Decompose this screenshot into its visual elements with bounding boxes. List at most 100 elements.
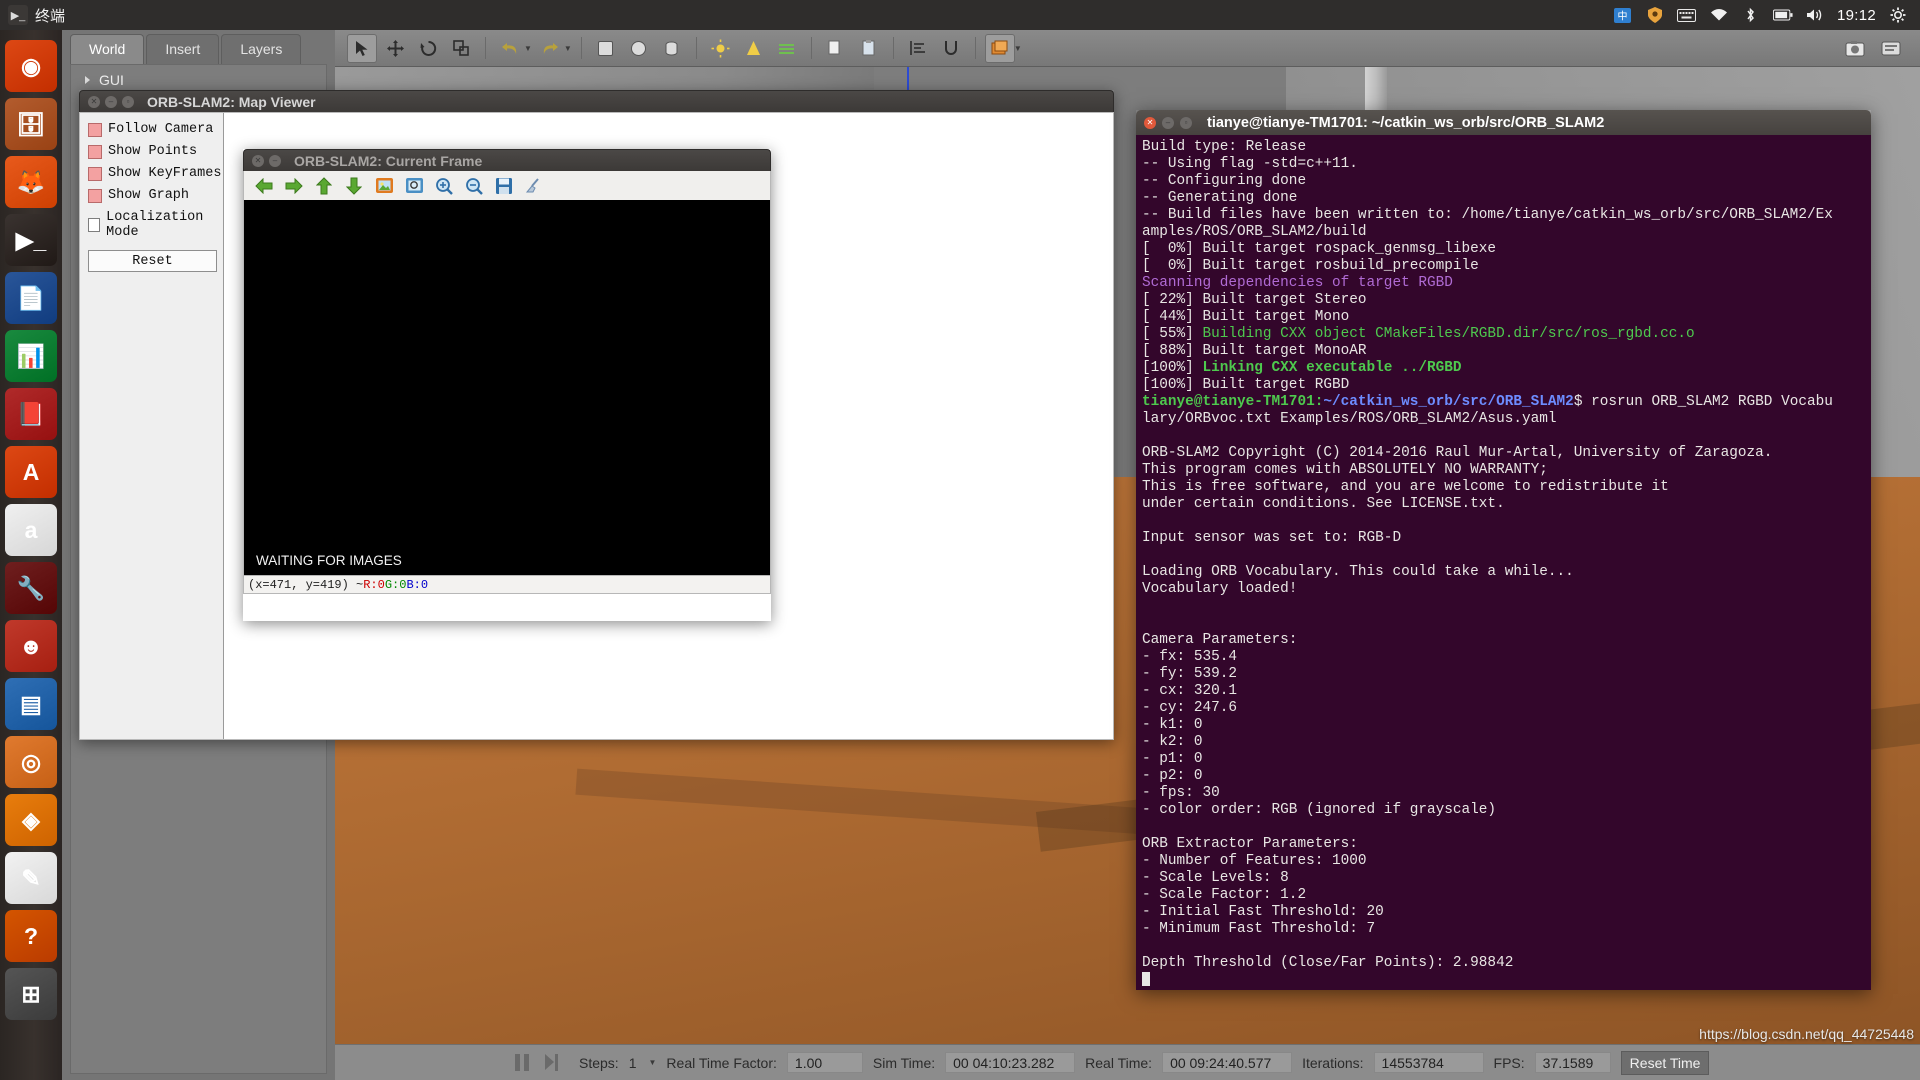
close-icon[interactable]: ✕ <box>88 95 100 108</box>
current-frame-window: ✕ – ORB-SLAM2: Current Frame WAITING FOR… <box>243 149 771 621</box>
rotate-icon[interactable] <box>413 34 443 63</box>
move-translate-icon[interactable] <box>380 34 410 63</box>
checkbox-box[interactable] <box>88 218 101 232</box>
checkbox-follow-camera[interactable]: Follow Camera <box>88 122 223 137</box>
launcher-amazon[interactable]: a <box>5 504 57 556</box>
redo-icon[interactable] <box>535 34 565 63</box>
arrow-right-icon[interactable] <box>284 176 304 196</box>
tree-item-gui[interactable]: GUI <box>79 71 318 89</box>
current-frame-image[interactable]: WAITING FOR IMAGES <box>243 200 771 575</box>
terminal-line: - fx: 535.4 <box>1142 649 1237 665</box>
map-viewer-titlebar[interactable]: ✕ – ▫ ORB-SLAM2: Map Viewer <box>79 90 1114 112</box>
battery-icon[interactable] <box>1772 6 1793 24</box>
terminal-line: - k2: 0 <box>1142 734 1203 750</box>
launcher-workspace-switcher[interactable]: ⊞ <box>5 968 57 1020</box>
minimize-icon[interactable]: – <box>105 95 117 108</box>
snap-icon[interactable] <box>936 34 966 63</box>
zoom-out-icon[interactable] <box>464 176 484 196</box>
checkbox-localization-mode[interactable]: Localization Mode <box>88 210 223 240</box>
launcher-system-tool[interactable]: 🔧 <box>5 562 57 614</box>
reset-button[interactable]: Reset <box>88 250 217 272</box>
close-icon[interactable]: ✕ <box>1144 116 1156 129</box>
gear-icon[interactable] <box>1888 6 1908 24</box>
terminal-line: [ 0%] Built target rospack_genmsg_libexe <box>1142 241 1497 257</box>
arrow-up-icon[interactable] <box>314 176 334 196</box>
close-icon[interactable]: ✕ <box>252 154 264 167</box>
maximize-icon[interactable]: ▫ <box>122 95 134 108</box>
launcher-ubuntu-software[interactable]: A <box>5 446 57 498</box>
shield-icon[interactable] <box>1645 6 1665 24</box>
chevron-down-icon[interactable]: ▼ <box>1014 44 1022 53</box>
scale-icon[interactable] <box>446 34 476 63</box>
launcher-help[interactable]: ? <box>5 910 57 962</box>
log-icon[interactable] <box>1876 34 1906 63</box>
save-icon[interactable] <box>494 176 514 196</box>
checkbox-box[interactable] <box>88 188 102 203</box>
pause-icon[interactable] <box>515 1054 529 1071</box>
launcher-cheese[interactable]: ☻ <box>5 620 57 672</box>
maximize-icon[interactable]: ▫ <box>1180 116 1192 129</box>
terminal-titlebar[interactable]: ✕ – ▫ tianye@tianye-TM1701: ~/catkin_ws_… <box>1136 110 1871 135</box>
launcher-terminal[interactable]: ▶_ <box>5 214 57 266</box>
box-icon[interactable] <box>591 34 621 63</box>
undo-icon[interactable] <box>495 34 525 63</box>
launcher-libreoffice-writer[interactable]: 📄 <box>5 272 57 324</box>
launcher-blender[interactable]: ◈ <box>5 794 57 846</box>
point-light-icon[interactable] <box>706 34 736 63</box>
launcher-ubuntu-dash[interactable]: ◉ <box>5 40 57 92</box>
wifi-icon[interactable] <box>1709 6 1729 24</box>
clock[interactable]: 19:12 <box>1837 7 1876 24</box>
arrow-down-icon[interactable] <box>344 176 364 196</box>
zoom-in-icon[interactable] <box>434 176 454 196</box>
terminal-line: - k1: 0 <box>1142 717 1203 733</box>
launcher-file-manager-blue[interactable]: ▤ <box>5 678 57 730</box>
view-icon[interactable] <box>984 33 1015 63</box>
image-zoom-icon[interactable] <box>404 176 424 196</box>
keyboard-icon[interactable] <box>1677 6 1697 24</box>
launcher-text-editor[interactable]: ✎ <box>5 852 57 904</box>
paste-icon[interactable] <box>854 34 884 63</box>
minimize-icon[interactable]: – <box>1162 116 1174 129</box>
checkbox-box[interactable] <box>88 144 102 159</box>
terminal-line: This program comes with ABSOLUTELY NO WA… <box>1142 462 1548 478</box>
arrow-left-icon[interactable] <box>254 176 274 196</box>
chevron-down-icon[interactable]: ▼ <box>649 1058 657 1067</box>
terminal-line: Vocabulary loaded! <box>1142 581 1298 597</box>
step-forward-icon[interactable] <box>545 1054 559 1071</box>
spot-light-icon[interactable] <box>739 34 769 63</box>
image-icon[interactable] <box>374 176 394 196</box>
screenshot-icon[interactable] <box>1840 34 1870 63</box>
checkbox-box[interactable] <box>88 122 102 137</box>
align-icon[interactable] <box>903 34 933 63</box>
bluetooth-icon[interactable] <box>1741 6 1761 24</box>
current-frame-titlebar[interactable]: ✕ – ORB-SLAM2: Current Frame <box>243 149 771 171</box>
launcher-files[interactable]: 🗄 <box>5 98 57 150</box>
volume-icon[interactable] <box>1805 6 1825 24</box>
sphere-icon[interactable] <box>624 34 654 63</box>
checkbox-show-keyframes[interactable]: Show KeyFrames <box>88 166 223 181</box>
help-icon: ? <box>23 922 39 949</box>
launcher-libreoffice-impress[interactable]: 📕 <box>5 388 57 440</box>
tab-insert[interactable]: Insert <box>146 34 220 64</box>
cylinder-icon[interactable] <box>657 34 687 63</box>
checkbox-show-graph[interactable]: Show Graph <box>88 188 223 203</box>
launcher-gazebo[interactable]: ◎ <box>5 736 57 788</box>
chevron-down-icon[interactable]: ▼ <box>524 44 532 53</box>
checkbox-box[interactable] <box>88 166 102 181</box>
reset-time-button[interactable]: Reset Time <box>1620 1050 1710 1075</box>
arrow-select-icon[interactable] <box>347 33 377 63</box>
checkbox-show-points[interactable]: Show Points <box>88 144 223 159</box>
steps-value[interactable]: 1 <box>629 1055 637 1071</box>
minimize-icon[interactable]: – <box>269 154 281 167</box>
copy-icon[interactable] <box>821 34 851 63</box>
launcher-firefox[interactable]: 🦊 <box>5 156 57 208</box>
chevron-down-icon[interactable]: ▼ <box>564 44 572 53</box>
tab-layers[interactable]: Layers <box>221 34 302 64</box>
directional-light-icon[interactable] <box>772 34 802 63</box>
input-method-icon[interactable]: 中 <box>1613 6 1633 24</box>
launcher-libreoffice-calc[interactable]: 📊 <box>5 330 57 382</box>
broom-icon[interactable] <box>524 176 544 196</box>
terminal-output[interactable]: Build type: Release -- Using flag -std=c+… <box>1136 135 1871 990</box>
fps-value: 37.1589 <box>1534 1052 1611 1073</box>
tab-world[interactable]: World <box>70 34 145 64</box>
